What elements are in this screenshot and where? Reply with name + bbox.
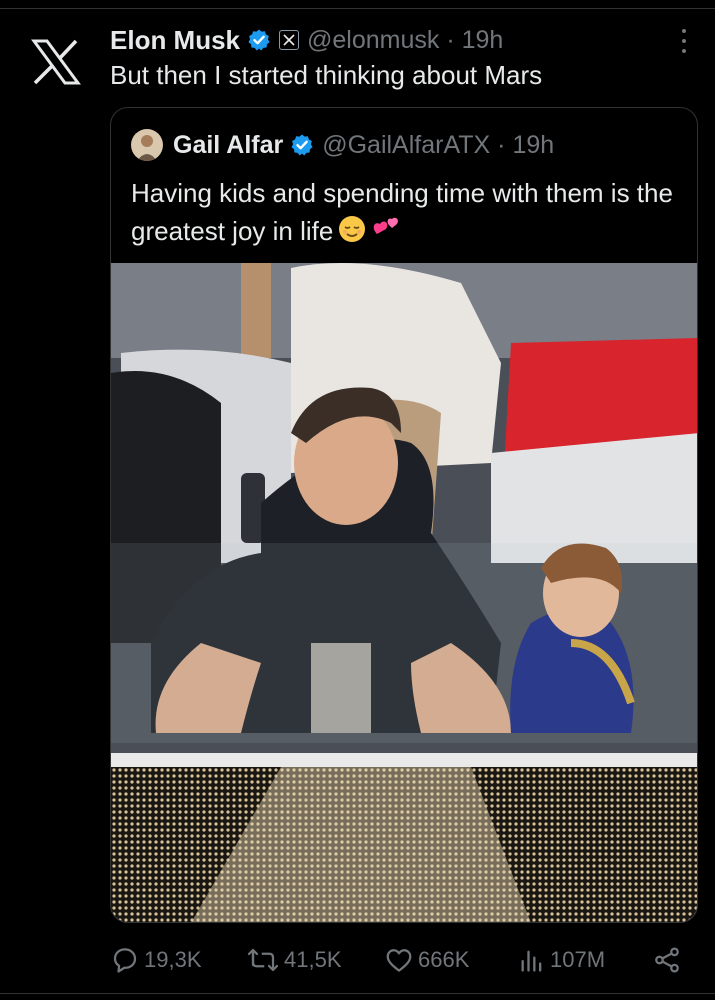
views-count: 107M [550, 947, 606, 972]
top-divider [0, 8, 715, 9]
x-affiliate-badge-icon [279, 30, 300, 50]
two-hearts-emoji [371, 214, 401, 254]
views-icon [521, 950, 542, 972]
quote-text: Having kids and spending time with them … [131, 174, 681, 254]
tweet-actions: 19,3K 41,5K 666K 107M [110, 940, 700, 980]
more-options-icon[interactable] [675, 26, 693, 56]
stadium-photo-image [111, 263, 697, 922]
like-count: 666K [418, 947, 470, 972]
reply-count: 19,3K [144, 947, 202, 972]
repost-icon [247, 948, 279, 972]
quote-author-handle-time[interactable]: @GailAlfarATX · 19h [322, 131, 554, 160]
quote-author-avatar[interactable] [131, 129, 163, 161]
quoted-tweet[interactable]: Gail Alfar @GailAlfarATX · 19h Having ki… [110, 107, 698, 923]
repost-count: 41,5K [284, 947, 342, 972]
reply-icon [113, 948, 137, 973]
verified-badge-icon [248, 29, 270, 51]
quote-photo[interactable] [111, 263, 697, 922]
repost-button[interactable]: 41,5K [246, 940, 342, 980]
bottom-divider [0, 993, 715, 994]
share-icon [655, 947, 679, 973]
tweet-header: Elon Musk @elonmusk · 19h [110, 22, 503, 58]
verified-badge-icon [291, 134, 313, 156]
author-name[interactable]: Elon Musk [110, 25, 240, 56]
author-handle-time[interactable]: @elonmusk · 19h [307, 26, 503, 55]
quote-header: Gail Alfar @GailAlfarATX · 19h [131, 128, 554, 162]
quote-text-body: Having kids and spending time with them … [131, 178, 673, 246]
relieved-face-emoji [337, 214, 367, 254]
like-icon [386, 949, 412, 972]
quote-author-name[interactable]: Gail Alfar [173, 131, 283, 160]
x-logo-icon[interactable] [30, 36, 82, 88]
share-button[interactable] [652, 940, 686, 980]
tweet-text: But then I started thinking about Mars [110, 60, 543, 90]
views-button[interactable]: 107M [518, 940, 605, 980]
like-button[interactable]: 666K [384, 940, 469, 980]
reply-button[interactable]: 19,3K [110, 940, 202, 980]
